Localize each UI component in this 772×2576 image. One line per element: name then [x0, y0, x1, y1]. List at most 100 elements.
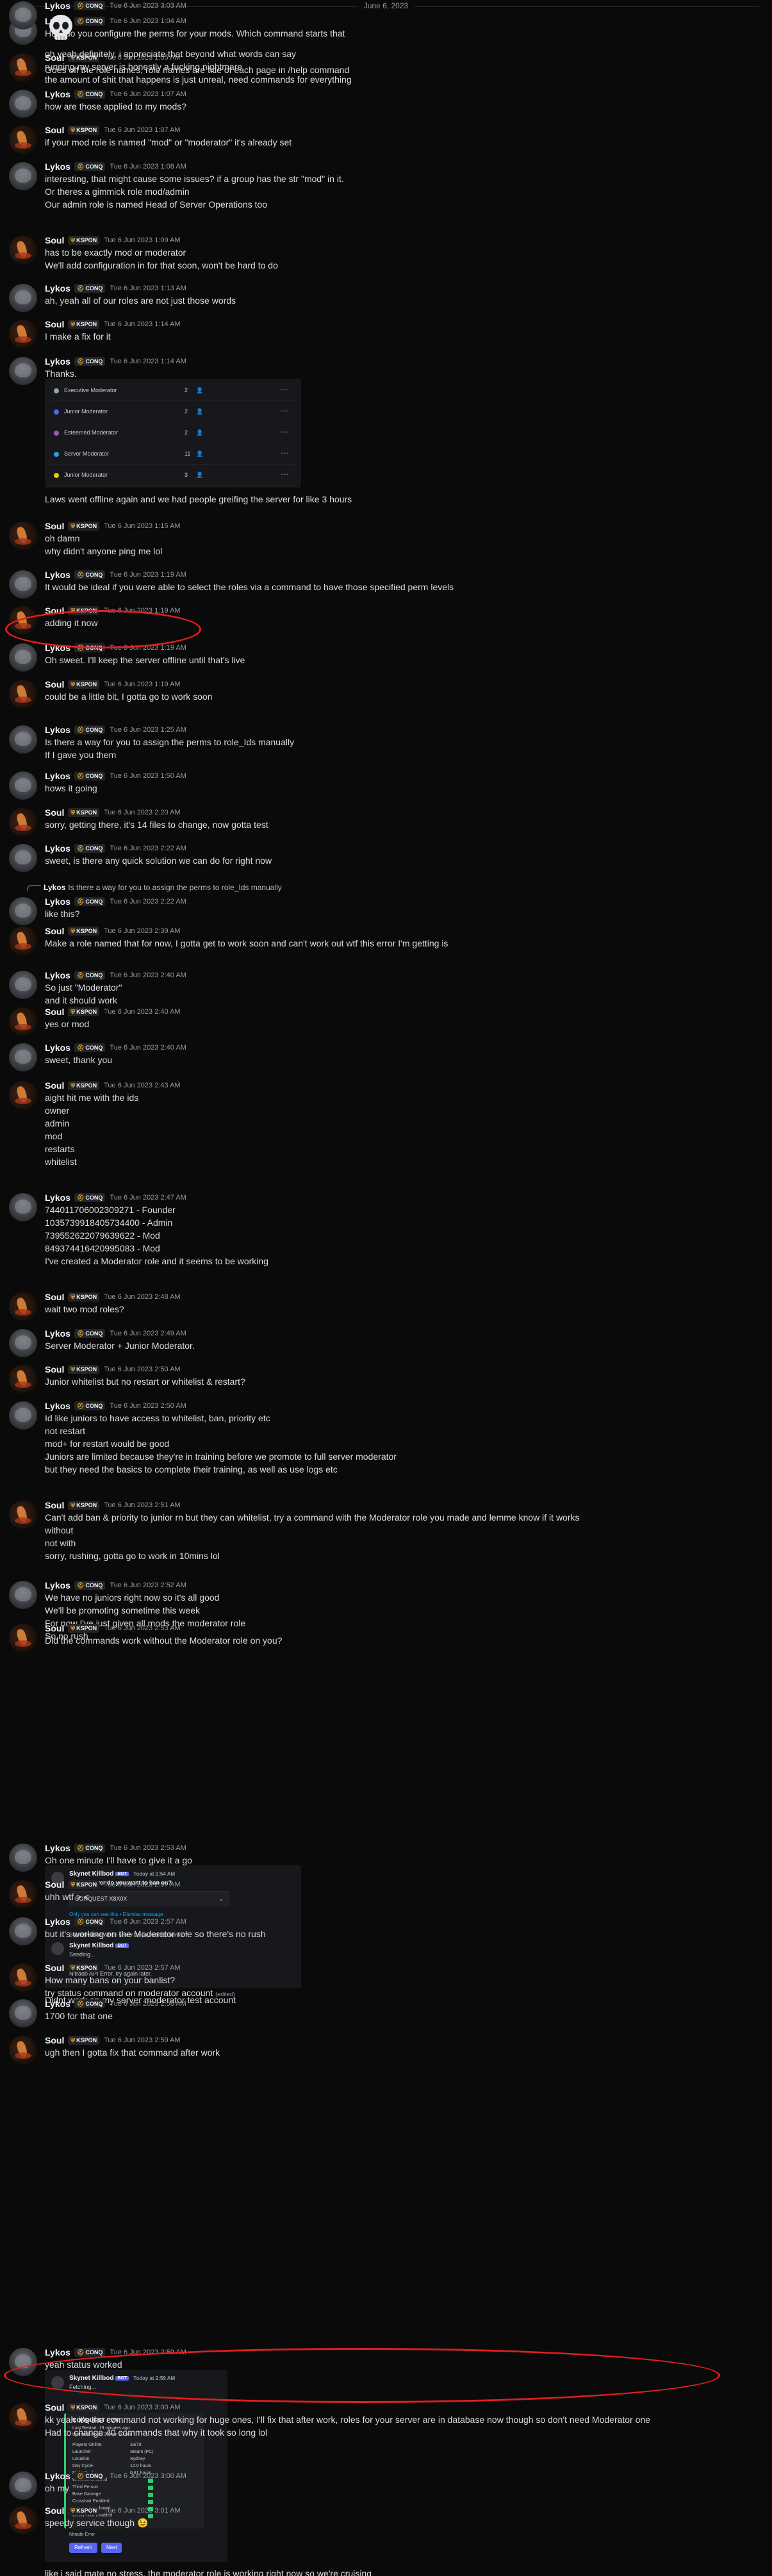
lykos-avatar[interactable] [9, 284, 37, 312]
author-name[interactable]: Soul [45, 1080, 64, 1091]
soul-avatar[interactable] [9, 53, 37, 81]
lykos-avatar[interactable] [9, 1, 37, 29]
soul-avatar[interactable] [9, 522, 37, 550]
author-name[interactable]: Lykos [45, 89, 70, 99]
lykos-avatar[interactable] [9, 844, 37, 872]
lykos-avatar[interactable] [9, 570, 37, 599]
clan-tag-badge[interactable]: ⛑ CONQ [74, 1843, 106, 1853]
soul-avatar[interactable] [9, 1365, 37, 1393]
lykos-avatar[interactable] [9, 772, 37, 800]
author-name[interactable]: Soul [45, 807, 64, 818]
soul-avatar[interactable] [9, 808, 37, 836]
clan-tag-badge[interactable]: ⛨ KSPON [68, 235, 100, 245]
author-name[interactable]: Lykos [45, 1, 70, 11]
bot-name[interactable]: Skynet Killbod BOT [69, 1942, 129, 1949]
author-name[interactable]: Soul [45, 235, 64, 245]
clan-tag-badge[interactable]: ⛨ KSPON [68, 1623, 100, 1633]
lykos-avatar[interactable] [9, 725, 37, 754]
author-name[interactable]: Lykos [45, 356, 70, 367]
author-name[interactable]: Lykos [45, 2347, 70, 2357]
lykos-avatar[interactable] [9, 90, 37, 118]
refresh-button[interactable]: Refresh [69, 2543, 98, 2553]
clan-tag-badge[interactable]: ⛨ KSPON [68, 1007, 100, 1016]
soul-avatar[interactable] [9, 2506, 37, 2534]
soul-avatar[interactable] [9, 680, 37, 708]
role-row[interactable]: Esteemed Moderator 2 👤 ⋯ [50, 424, 296, 443]
more-options-icon[interactable]: ⋯ [281, 427, 288, 436]
server-select-dropdown[interactable]: CONQUEST X8X0X ⌄ [69, 1891, 229, 1906]
clan-tag-badge[interactable]: ⛑ CONQ [74, 2347, 106, 2357]
author-name[interactable]: Soul [45, 1364, 64, 1375]
clan-tag-badge[interactable]: ⛨ KSPON [68, 521, 100, 531]
author-name[interactable]: Soul [45, 2035, 64, 2045]
author-name[interactable]: Lykos [45, 843, 70, 854]
more-options-icon[interactable]: ⋯ [281, 470, 288, 479]
clan-tag-badge[interactable]: ⛑ CONQ [74, 1193, 106, 1202]
role-row[interactable]: Executive Moderator 2 👤 ⋯ [50, 381, 296, 401]
clan-tag-badge[interactable]: ⛨ KSPON [68, 125, 100, 135]
lykos-avatar[interactable] [9, 643, 37, 672]
more-options-icon[interactable]: ⋯ [281, 385, 288, 394]
author-name[interactable]: Soul [45, 1292, 64, 1302]
next-button[interactable]: Next [101, 2543, 122, 2553]
clan-tag-badge[interactable]: ⛑ CONQ [74, 1043, 106, 1052]
soul-avatar[interactable] [9, 236, 37, 264]
skull-emoji-icon[interactable] [45, 12, 77, 44]
author-name[interactable]: Lykos [45, 161, 70, 172]
clan-tag-badge[interactable]: ⛑ CONQ [74, 843, 106, 853]
soul-avatar[interactable] [9, 1963, 37, 1992]
clan-tag-badge[interactable]: ⛨ KSPON [68, 679, 100, 689]
soul-avatar[interactable] [9, 2036, 37, 2064]
bot-avatar[interactable] [51, 1942, 64, 1955]
clan-tag-badge[interactable]: ⛑ CONQ [74, 1580, 106, 1590]
author-name[interactable]: Lykos [45, 1043, 70, 1053]
clan-tag-badge[interactable]: ⛨ KSPON [68, 2506, 100, 2515]
clan-tag-badge[interactable]: ⛑ CONQ [74, 1401, 106, 1410]
clan-tag-badge[interactable]: ⛨ KSPON [68, 2035, 100, 2045]
author-name[interactable]: Soul [45, 125, 64, 135]
clan-tag-badge[interactable]: ⛨ KSPON [68, 1292, 100, 1301]
lykos-avatar[interactable] [9, 1401, 37, 1430]
lykos-avatar[interactable] [9, 1581, 37, 1609]
clan-tag-badge[interactable]: ⛑ CONQ [74, 725, 106, 734]
lykos-avatar[interactable] [9, 1329, 37, 1357]
author-name[interactable]: Soul [45, 1963, 64, 1973]
author-name[interactable]: Soul [45, 2506, 64, 2516]
role-row[interactable]: Server Moderator 11 👤 ⋯ [50, 445, 296, 465]
bot-name[interactable]: Skynet Killbod BOT Today at 2:54 AM [69, 1870, 175, 1878]
author-name[interactable]: Lykos [45, 2471, 70, 2481]
author-name[interactable]: Lykos [45, 725, 70, 735]
clan-tag-badge[interactable]: ⛨ KSPON [68, 1364, 100, 1374]
author-name[interactable]: Lykos [45, 570, 70, 580]
lykos-avatar[interactable] [9, 1917, 37, 1945]
soul-avatar[interactable] [9, 1624, 37, 1652]
clan-tag-badge[interactable]: ⛨ KSPON [68, 1080, 100, 1090]
clan-tag-badge[interactable]: ⛑ CONQ [74, 161, 106, 171]
author-name[interactable]: Lykos [45, 970, 70, 980]
lykos-avatar[interactable] [9, 2472, 37, 2500]
clan-tag-badge[interactable]: ⛨ KSPON [68, 807, 100, 817]
clan-tag-badge[interactable]: ⛑ CONQ [74, 2471, 106, 2481]
author-name[interactable]: Soul [45, 1623, 64, 1633]
lykos-avatar[interactable] [9, 897, 37, 925]
more-options-icon[interactable]: ⋯ [281, 406, 288, 415]
author-name[interactable]: Soul [45, 1879, 64, 1890]
soul-avatar[interactable] [9, 1292, 37, 1321]
author-name[interactable]: Lykos [45, 771, 70, 781]
more-options-icon[interactable]: ⋯ [281, 449, 288, 458]
lykos-avatar[interactable] [9, 1193, 37, 1221]
clan-tag-badge[interactable]: ⛑ CONQ [74, 771, 106, 780]
soul-avatar[interactable] [9, 320, 37, 348]
author-name[interactable]: Lykos [45, 1193, 70, 1203]
lykos-avatar[interactable] [9, 357, 37, 385]
clan-tag-badge[interactable]: ⛨ KSPON [68, 1963, 100, 1972]
clan-tag-badge[interactable]: ⛑ CONQ [74, 1, 106, 10]
clan-tag-badge[interactable]: ⛨ KSPON [68, 2402, 100, 2412]
lykos-avatar[interactable] [9, 971, 37, 999]
clan-tag-badge[interactable]: ⛨ KSPON [68, 926, 100, 936]
author-name[interactable]: Soul [45, 521, 64, 531]
clan-tag-badge[interactable]: ⛨ KSPON [68, 1500, 100, 1510]
clan-tag-badge[interactable]: ⛑ CONQ [74, 16, 106, 26]
clan-tag-badge[interactable]: ⛑ CONQ [74, 970, 106, 980]
reply-reference[interactable]: Lykos Is there a way for you to assign th… [27, 883, 282, 892]
